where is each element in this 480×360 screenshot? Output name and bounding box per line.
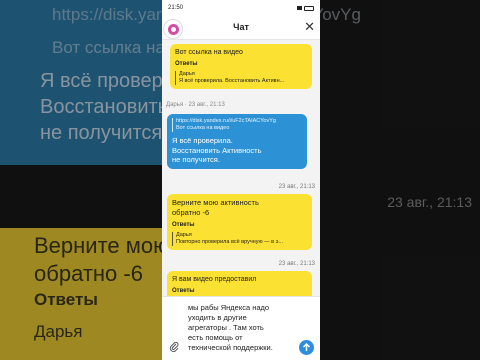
phone-screen: 21:50 Чат ✕ Вот ссылка на видео Ответы Д…	[162, 0, 320, 360]
message-timestamp: 23 авг., 21:13	[278, 261, 315, 267]
message-incoming[interactable]: https://disk.yandex.ru/i/uF2cTAIACYovYg …	[167, 114, 307, 169]
sender-meta: Дарья · 23 авг., 21:13	[166, 102, 225, 108]
replies-label: Ответы	[175, 61, 198, 67]
send-arrow-icon	[303, 343, 310, 351]
reply-quote: Дарья Повторно проверила всё вручную — в…	[172, 232, 307, 246]
message-timestamp: 23 авг., 21:13	[278, 184, 315, 190]
replies-label: Ответы	[172, 288, 195, 294]
user-icon	[167, 23, 179, 35]
quote-author: Дарья	[179, 71, 195, 77]
status-time: 21:50	[168, 5, 184, 11]
quote-text: Повторно проверила всё вручную — в э...	[176, 239, 283, 245]
close-icon[interactable]: ✕	[304, 19, 315, 35]
message-text: Я всё проверила. Восстановить Активность…	[172, 136, 262, 164]
battery-icon	[304, 5, 314, 11]
chat-title: Чат	[233, 22, 249, 32]
paperclip-icon[interactable]	[168, 341, 180, 353]
status-icons	[297, 5, 314, 11]
message-input[interactable]: мы рабы Яндекса надо уходить в другие аг…	[188, 303, 296, 353]
message-text: Верните мою активность обратно -6	[172, 198, 259, 217]
replies-label: Ответы	[172, 222, 195, 228]
status-bar: 21:50	[162, 0, 320, 16]
reply-quote: Дарья Я всё проверила. Восстановить Акти…	[175, 71, 307, 85]
message-text: Я вам видео предоставил	[172, 276, 257, 283]
avatar	[163, 19, 183, 39]
message-outgoing[interactable]: Вот ссылка на видео Ответы Дарья Я всё п…	[170, 44, 312, 89]
quote-text: Я всё проверила. Восстановить Активн...	[179, 78, 285, 84]
reply-quote: https://disk.yandex.ru/i/uF2cTAIACYovYg …	[172, 118, 302, 132]
message-text: Вот ссылка на видео	[175, 49, 243, 56]
send-button[interactable]	[299, 340, 314, 355]
message-composer: мы рабы Яндекса надо уходить в другие аг…	[162, 296, 320, 360]
quote-author: Дарья	[176, 232, 192, 238]
quoted-text: Вот ссылка на видео	[176, 125, 230, 131]
quoted-link[interactable]: https://disk.yandex.ru/i/uF2cTAIACYovYg	[176, 118, 302, 125]
chat-header: Чат ✕	[162, 16, 320, 40]
message-outgoing[interactable]: Верните мою активность обратно -6 Ответы…	[167, 194, 312, 250]
signal-icon	[297, 6, 302, 10]
